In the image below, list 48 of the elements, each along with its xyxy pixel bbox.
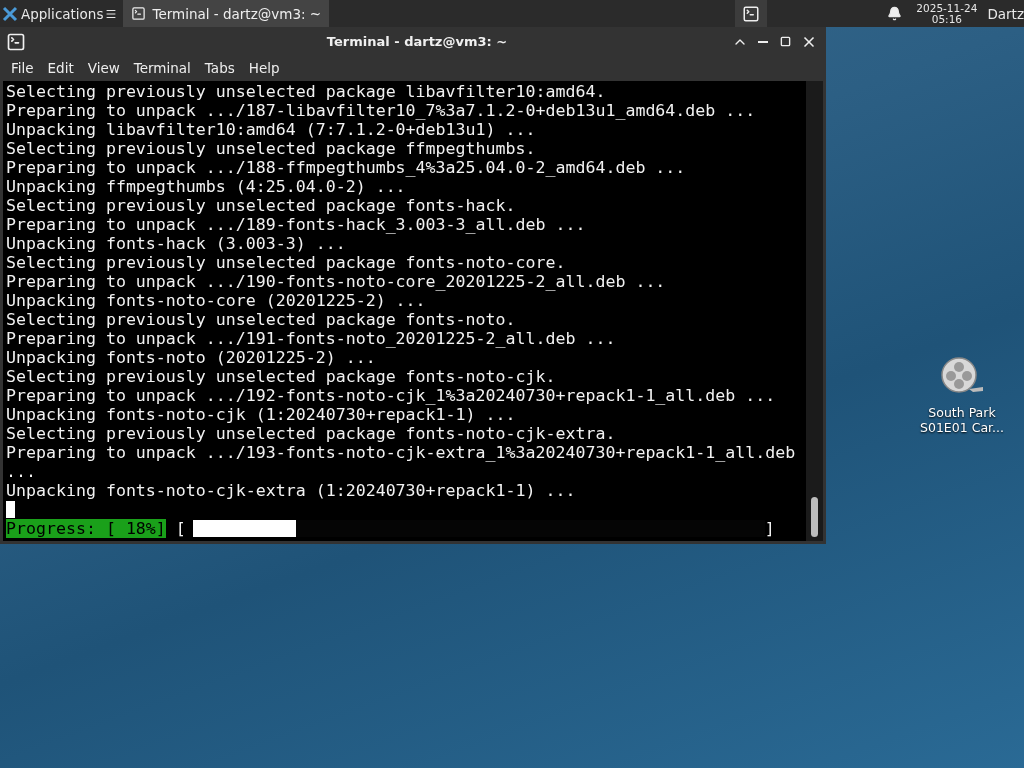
terminal-line: Unpacking libavfilter10:amd64 (7:7.1.2-0+deb13u1) ... <box>6 120 537 139</box>
terminal-line: Selecting previously unselected package fonts-hack. <box>6 196 517 215</box>
terminal-line: Unpacking fonts-noto (20201225-2) ... <box>6 348 377 367</box>
menu-item[interactable]: Help <box>241 60 287 76</box>
menu-item[interactable]: File <box>4 60 41 76</box>
terminal-line: Unpacking ffmpegthumbs (4:25.04.0-2) ... <box>6 177 407 196</box>
clock[interactable]: 2025-11-24 05:16 <box>916 2 978 25</box>
scrollbar[interactable] <box>806 81 823 541</box>
progress-label: Progress: [ 18%] <box>6 519 166 538</box>
terminal-icon <box>131 6 147 21</box>
terminal-line: Selecting previously unselected package fonts-noto. <box>6 310 517 329</box>
terminal-line: Preparing to unpack .../187-libavfilter10_7%3a7.1.2-0+deb13u1_amd64.deb ... <box>6 101 757 120</box>
icon-label: South Park S01E01 Car... <box>919 405 1005 435</box>
terminal-line: Selecting previously unselected package fonts-noto-cjk-extra. <box>6 424 617 443</box>
terminal-line: Selecting previously unselected package fonts-noto-cjk. <box>6 367 557 386</box>
terminal-line: Unpacking fonts-noto-cjk-extra (1:20240730+repack1-1) ... <box>6 481 577 500</box>
terminal-line: Preparing to unpack .../193-fonts-noto-cjk-extra_1%3a20240730+repack1-1_all.deb <box>6 443 797 462</box>
terminal-launcher[interactable] <box>735 0 768 27</box>
text-cursor <box>6 501 15 518</box>
terminal-line: Selecting previously unselected package fonts-noto-core. <box>6 253 567 272</box>
maximize-icon <box>780 36 791 47</box>
menu-item[interactable]: View <box>80 60 127 76</box>
menu-icon[interactable] <box>105 7 118 20</box>
terminal-line: Unpacking fonts-noto-cjk (1:20240730+repack1-1) ... <box>6 405 517 424</box>
terminal-line: Preparing to unpack .../190-fonts-noto-core_20201225-2_all.deb ... <box>6 272 667 291</box>
desktop-icon[interactable]: South Park S01E01 Car... <box>912 357 1012 768</box>
menu-item[interactable]: Edit <box>40 60 81 76</box>
terminal-line: Selecting previously unselected package libavfilter10:amd64. <box>6 82 607 101</box>
terminal-line: Unpacking fonts-noto-core (20201225-2) ... <box>6 291 427 310</box>
menu-item[interactable]: Terminal <box>126 60 198 76</box>
terminal-line: Selecting previously unselected package ffmpegthumbs. <box>6 139 537 158</box>
terminal-line: Preparing to unpack .../192-fonts-noto-cjk_1%3a20240730+repack1-1_all.deb ... <box>6 386 777 405</box>
bracket: [ <box>175 519 186 538</box>
bracket: ] <box>764 519 775 538</box>
taskbar-button[interactable]: Terminal - dartz@vm3: ~ <box>123 0 330 27</box>
window-title: Terminal - dartz@vm3: ~ <box>325 34 509 49</box>
applications-menu[interactable]: Applications <box>0 0 106 27</box>
terminal-line: ... <box>6 462 37 481</box>
minimize-icon <box>757 40 768 43</box>
terminal-line: Preparing to unpack .../191-fonts-noto_20201225-2_all.deb ... <box>6 329 617 348</box>
terminal-line: Preparing to unpack .../189-fonts-hack_3.003-3_all.deb ... <box>6 215 587 234</box>
terminal-line: Unpacking fonts-hack (3.003-3) ... <box>6 234 347 253</box>
terminal-icon <box>6 31 26 52</box>
menu-item[interactable]: Tabs <box>197 60 242 76</box>
user-name[interactable]: Dartz <box>987 5 1024 22</box>
terminal-icon <box>742 4 761 23</box>
notification-bell-icon[interactable] <box>887 6 903 21</box>
terminal-line: Preparing to unpack .../188-ffmpegthumbs_4%3a25.04.0-2_amd64.deb ... <box>6 158 687 177</box>
